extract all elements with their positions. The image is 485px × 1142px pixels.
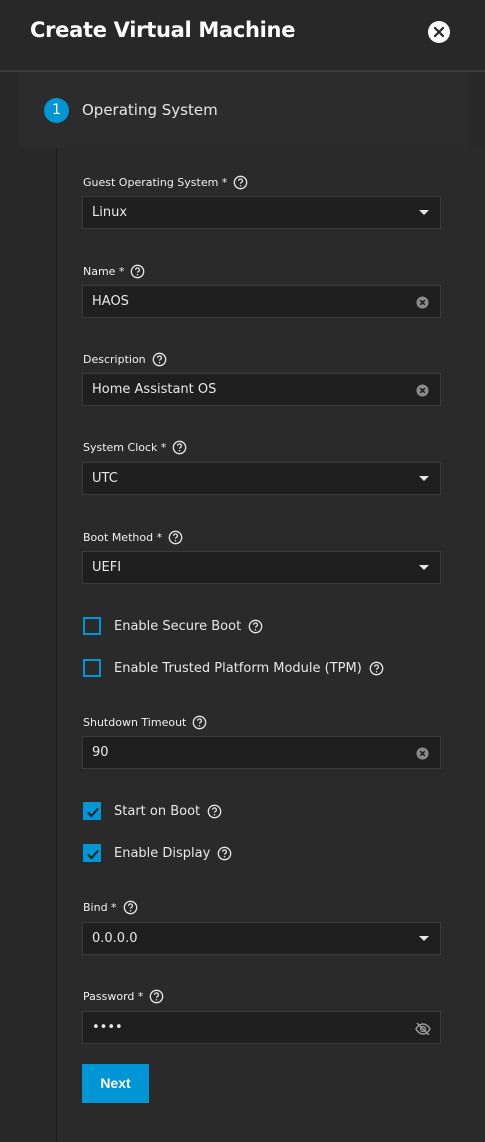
- password-value: ••••: [92, 1020, 123, 1035]
- clear-icon[interactable]: [416, 296, 429, 309]
- system-clock-select[interactable]: UTC: [82, 462, 441, 495]
- secure-boot-checkbox[interactable]: [83, 617, 101, 635]
- boot-method-value: UEFI: [92, 560, 122, 575]
- shutdown-timeout-value: 90: [92, 745, 109, 760]
- boot-method-label: Boot Method *: [83, 530, 183, 545]
- step-header-operating-system[interactable]: 1 Operating System: [18, 72, 468, 148]
- start-on-boot-label: Start on Boot: [114, 803, 201, 819]
- name-input[interactable]: HAOS: [82, 285, 441, 318]
- secure-boot-label: Enable Secure Boot: [114, 618, 242, 634]
- step-label: Operating System: [82, 101, 218, 119]
- help-icon[interactable]: [233, 175, 248, 190]
- check-icon: [87, 849, 99, 860]
- eye-off-icon[interactable]: [415, 1021, 431, 1037]
- system-clock-label: System Clock *: [83, 440, 187, 455]
- secure-boot-row[interactable]: Enable Secure Boot: [83, 617, 263, 635]
- dialog-header: Create Virtual Machine: [0, 0, 485, 72]
- shutdown-timeout-input[interactable]: 90: [82, 736, 441, 769]
- chevron-down-icon: [419, 210, 429, 215]
- clear-icon[interactable]: [416, 384, 429, 397]
- start-on-boot-checkbox[interactable]: [83, 802, 101, 820]
- help-icon[interactable]: [172, 440, 187, 455]
- bind-select[interactable]: 0.0.0.0: [82, 922, 441, 955]
- help-icon[interactable]: [149, 989, 164, 1004]
- close-icon[interactable]: [428, 21, 450, 43]
- guest-os-value: Linux: [92, 205, 128, 220]
- chevron-down-icon: [419, 936, 429, 941]
- description-value: Home Assistant OS: [92, 382, 217, 397]
- enable-display-label: Enable Display: [114, 845, 211, 861]
- boot-method-select[interactable]: UEFI: [82, 551, 441, 584]
- check-icon: [87, 807, 99, 818]
- description-input[interactable]: Home Assistant OS: [82, 373, 441, 406]
- description-label: Description: [83, 352, 167, 367]
- help-icon[interactable]: [207, 804, 222, 819]
- help-icon[interactable]: [168, 530, 183, 545]
- shutdown-timeout-label: Shutdown Timeout: [83, 715, 207, 730]
- chevron-down-icon: [419, 565, 429, 570]
- start-on-boot-row[interactable]: Start on Boot: [83, 802, 222, 820]
- clear-icon[interactable]: [416, 747, 429, 760]
- tpm-label: Enable Trusted Platform Module (TPM): [114, 660, 362, 676]
- dialog-title: Create Virtual Machine: [30, 18, 296, 42]
- help-icon[interactable]: [152, 352, 167, 367]
- next-button[interactable]: Next: [82, 1064, 149, 1103]
- help-icon[interactable]: [369, 661, 384, 676]
- password-input[interactable]: ••••: [82, 1011, 441, 1044]
- help-icon[interactable]: [192, 715, 207, 730]
- help-icon[interactable]: [130, 264, 145, 279]
- system-clock-value: UTC: [92, 471, 118, 486]
- chevron-down-icon: [419, 476, 429, 481]
- guest-os-label: Guest Operating System *: [83, 175, 248, 190]
- help-icon[interactable]: [248, 619, 263, 634]
- tpm-checkbox[interactable]: [83, 659, 101, 677]
- help-icon[interactable]: [123, 900, 138, 915]
- name-value: HAOS: [92, 294, 129, 309]
- enable-display-row[interactable]: Enable Display: [83, 844, 232, 862]
- name-label: Name *: [83, 264, 145, 279]
- bind-label: Bind *: [83, 900, 138, 915]
- enable-display-checkbox[interactable]: [83, 844, 101, 862]
- step-number-badge: 1: [44, 98, 69, 123]
- password-label: Password *: [83, 989, 164, 1004]
- help-icon[interactable]: [217, 846, 232, 861]
- tpm-row[interactable]: Enable Trusted Platform Module (TPM): [83, 659, 384, 677]
- bind-value: 0.0.0.0: [92, 931, 138, 946]
- guest-os-select[interactable]: Linux: [82, 196, 441, 229]
